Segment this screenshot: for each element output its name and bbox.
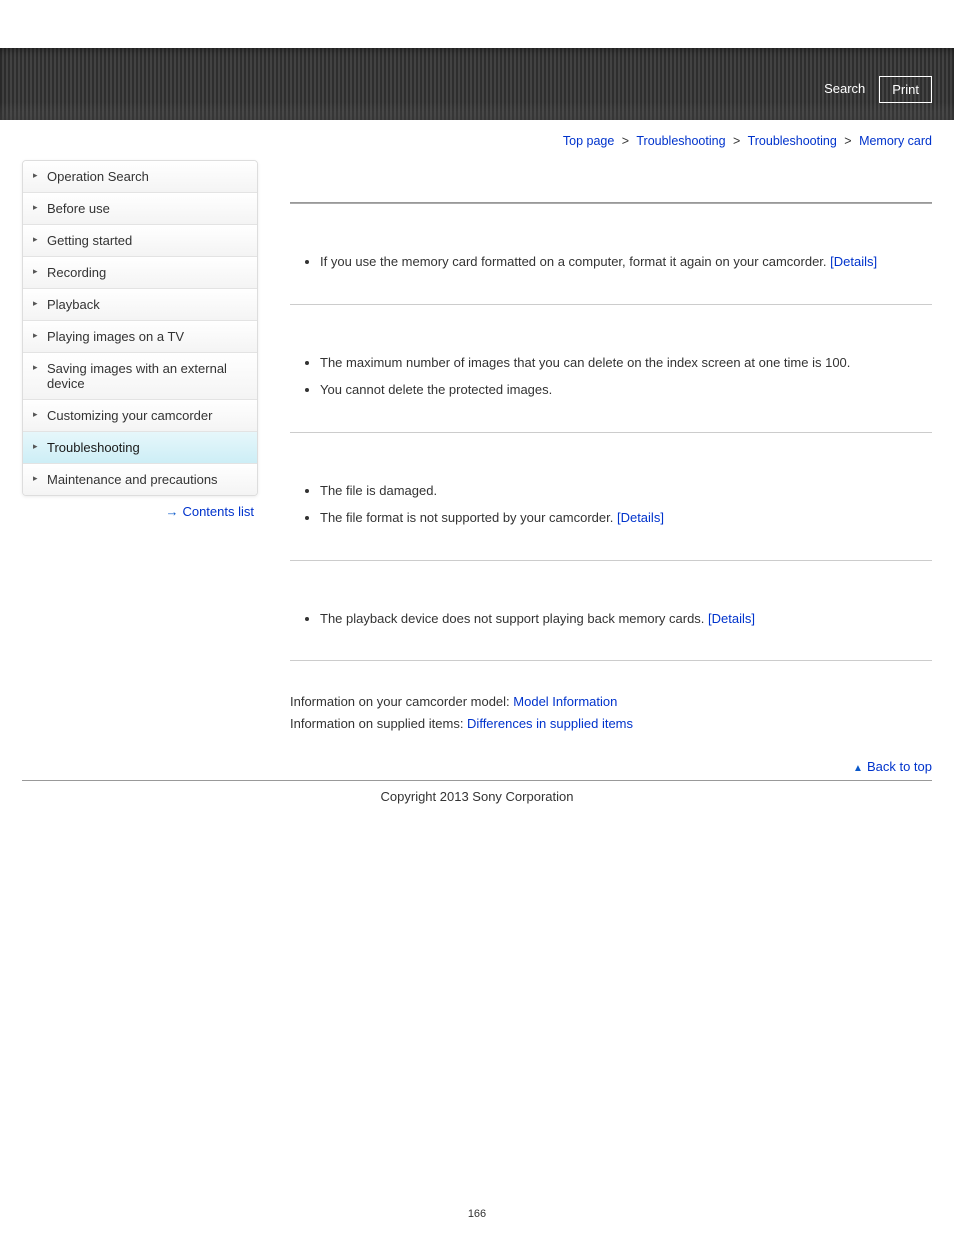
main-content: If you use the memory card formatted on … <box>258 156 932 780</box>
sidebar-item-getting-started[interactable]: Getting started <box>23 225 257 257</box>
list-item: The file is damaged. <box>320 481 932 501</box>
list-item: The file format is not supported by your… <box>320 508 932 528</box>
model-information-link[interactable]: Model Information <box>513 694 617 709</box>
details-link[interactable]: [Details] <box>830 254 877 269</box>
sidebar-item-troubleshooting[interactable]: Troubleshooting <box>23 432 257 464</box>
print-button[interactable]: Print <box>879 76 932 103</box>
item-text: The file format is not supported by your… <box>320 510 617 525</box>
sidebar-item-playing-tv[interactable]: Playing images on a TV <box>23 321 257 353</box>
sidebar-item-label: Before use <box>47 201 110 216</box>
list-item: The maximum number of images that you ca… <box>320 353 932 373</box>
item-text: The playback device does not support pla… <box>320 611 708 626</box>
sidebar-item-label: Maintenance and precautions <box>47 472 218 487</box>
item-text: If you use the memory card formatted on … <box>320 254 830 269</box>
sidebar-item-label: Recording <box>47 265 106 280</box>
sidebar-item-label: Troubleshooting <box>47 440 140 455</box>
header-band: Search Print <box>0 48 954 120</box>
sidebar-item-label: Playback <box>47 297 100 312</box>
header-fade <box>0 102 954 120</box>
model-prefix: Information on your camcorder model: <box>290 694 513 709</box>
supplied-prefix: Information on supplied items: <box>290 716 467 731</box>
details-link[interactable]: [Details] <box>708 611 755 626</box>
breadcrumb-sep: > <box>733 134 740 148</box>
sidebar-item-label: Operation Search <box>47 169 149 184</box>
contents-list-row: → Contents list <box>22 496 258 519</box>
sidebar-item-customizing[interactable]: Customizing your camcorder <box>23 400 257 432</box>
back-to-top-row: ▲ Back to top <box>290 747 932 780</box>
sidebar-item-label: Saving images with an external device <box>47 361 227 391</box>
sidebar-item-label: Customizing your camcorder <box>47 408 212 423</box>
item-text: The file is damaged. <box>320 483 437 498</box>
sidebar-item-label: Playing images on a TV <box>47 329 184 344</box>
breadcrumb: Top page > Troubleshooting > Troubleshoo… <box>0 120 954 156</box>
supplied-items-link[interactable]: Differences in supplied items <box>467 716 633 731</box>
breadcrumb-link-ts1[interactable]: Troubleshooting <box>636 134 725 148</box>
model-info-row: Information on your camcorder model: Mod… <box>290 691 932 713</box>
back-to-top-link[interactable]: Back to top <box>867 759 932 774</box>
item-text: You cannot delete the protected images. <box>320 382 552 397</box>
article: If you use the memory card formatted on … <box>290 202 932 780</box>
breadcrumb-link-memory[interactable]: Memory card <box>859 134 932 148</box>
header-buttons: Search Print <box>820 76 932 103</box>
sidebar-item-label: Getting started <box>47 233 132 248</box>
list-item: If you use the memory card formatted on … <box>320 252 932 272</box>
sidebar-item-maintenance[interactable]: Maintenance and precautions <box>23 464 257 495</box>
sidebar-item-before-use[interactable]: Before use <box>23 193 257 225</box>
supplied-info-row: Information on supplied items: Differenc… <box>290 713 932 735</box>
page-number: 166 <box>0 828 954 1220</box>
sidebar-column: Operation Search Before use Getting star… <box>22 156 258 519</box>
content-wrap: Operation Search Before use Getting star… <box>0 156 954 780</box>
section-playback-device: The playback device does not support pla… <box>290 560 932 655</box>
triangle-up-icon: ▲ <box>853 763 863 774</box>
sidebar-item-operation-search[interactable]: Operation Search <box>23 161 257 193</box>
list-item: The playback device does not support pla… <box>320 609 932 629</box>
sidebar-item-recording[interactable]: Recording <box>23 257 257 289</box>
list-item: You cannot delete the protected images. <box>320 380 932 400</box>
sidebar: Operation Search Before use Getting star… <box>22 160 258 496</box>
sidebar-item-playback[interactable]: Playback <box>23 289 257 321</box>
arrow-right-icon: → <box>165 504 178 519</box>
breadcrumb-sep: > <box>844 134 851 148</box>
info-block: Information on your camcorder model: Mod… <box>290 660 932 747</box>
copyright-text: Copyright 2013 Sony Corporation <box>0 781 954 828</box>
item-text: The maximum number of images that you ca… <box>320 355 850 370</box>
section-file: The file is damaged. The file format is … <box>290 432 932 554</box>
details-link[interactable]: [Details] <box>617 510 664 525</box>
section-format: If you use the memory card formatted on … <box>290 203 932 298</box>
search-link[interactable]: Search <box>820 76 869 103</box>
breadcrumb-sep: > <box>622 134 629 148</box>
contents-list-link[interactable]: Contents list <box>182 504 254 519</box>
top-spacer <box>0 0 954 48</box>
section-delete: The maximum number of images that you ca… <box>290 304 932 426</box>
sidebar-item-saving-external[interactable]: Saving images with an external device <box>23 353 257 400</box>
breadcrumb-link-ts2[interactable]: Troubleshooting <box>748 134 837 148</box>
breadcrumb-link-top[interactable]: Top page <box>563 134 614 148</box>
